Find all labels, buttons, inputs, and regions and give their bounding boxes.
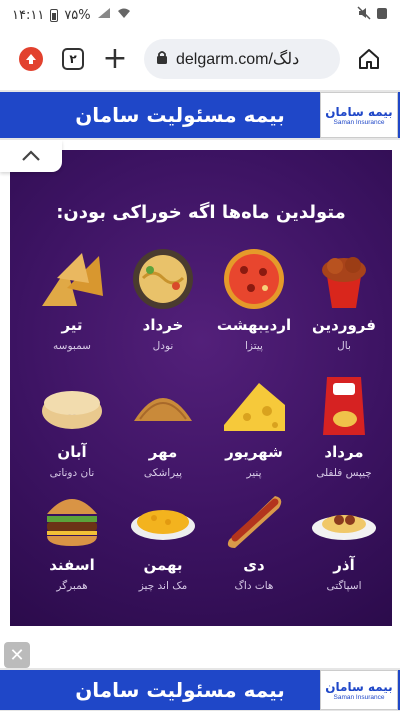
item-dey: دی هات داگ [208, 488, 300, 592]
item-farvardin: فروردین بال [298, 248, 390, 352]
chips-icon [323, 377, 365, 435]
month-label: اردیبهشت [216, 316, 292, 334]
month-label: تیر [61, 316, 83, 334]
ad-logo-fa: بیمه سامان [325, 104, 393, 119]
month-label: خرداد [142, 316, 184, 334]
food-label: چیپس فلفلی [316, 467, 372, 479]
download-button[interactable] [10, 38, 52, 80]
tab-count: ۲ [62, 48, 84, 70]
month-label: آذر [333, 556, 355, 574]
month-label: اسفند [49, 556, 95, 574]
food-label: پیراشکی [143, 467, 183, 479]
lock-icon [156, 50, 168, 69]
samosa-icon [42, 253, 103, 306]
chicken-wings-icon [322, 257, 366, 308]
piroshki-icon [134, 398, 192, 421]
address-bar[interactable]: delgarm.com/دلگ [144, 39, 340, 79]
status-bar: ۱۴:۱۱ ۷۵% [0, 0, 400, 30]
food-label: سمبوسه [53, 340, 91, 352]
food-label: بال [337, 340, 351, 352]
status-right [357, 6, 388, 24]
month-label: فروردین [312, 316, 376, 334]
month-label: مرداد [324, 443, 364, 461]
food-label: نودل [152, 340, 174, 352]
month-label: دی [243, 556, 265, 574]
ad-logo: بیمه سامان Saman Insurance [320, 670, 398, 710]
hamburger-icon [47, 499, 97, 546]
close-ad-button[interactable]: ✕ [4, 642, 30, 668]
ad-banner-bottom[interactable]: بیمه مسئولیت سامان بیمه سامان Saman Insu… [0, 668, 400, 711]
ad-logo-en: Saman Insurance [333, 693, 385, 701]
month-label: بهمن [143, 556, 183, 574]
home-button[interactable] [348, 38, 390, 80]
month-label: مهر [148, 443, 178, 461]
battery-level: ۷۵% [64, 7, 91, 23]
clock: ۱۴:۱۱ [12, 7, 45, 23]
item-azar: آذر اسپاگتی [298, 488, 390, 592]
item-esfand: اسفند همبرگر [26, 488, 118, 592]
hotdog-icon [227, 496, 282, 548]
new-tab-button[interactable]: + [94, 38, 136, 80]
plus-icon: + [102, 41, 128, 76]
browser-toolbar: ۲ + delgarm.com/دلگ [0, 30, 400, 88]
ad-logo: بیمه سامان Saman Insurance [320, 92, 398, 138]
collapse-ad-button[interactable] [0, 140, 62, 172]
bagel-icon [42, 391, 102, 429]
item-bahman: بهمن مک اند چیز [117, 488, 209, 592]
item-khordad: خرداد نودل [117, 248, 209, 352]
ad-text: بیمه مسئولیت سامان [75, 103, 285, 127]
food-label: پیتزا [245, 340, 263, 352]
item-shahrivar: شهریور پنیر [208, 375, 300, 479]
mute-icon [357, 6, 371, 24]
spaghetti-icon [312, 515, 376, 540]
mac-and-cheese-icon [131, 510, 195, 540]
food-label: اسپاگتی [326, 580, 362, 592]
food-label: مک اند چیز [138, 580, 188, 592]
food-label: همبرگر [56, 580, 88, 592]
food-label: پنیر [246, 467, 262, 479]
food-label: هات داگ [234, 580, 274, 592]
poster-title: متولدین ماه‌ها اگه خوراکی بودن: [56, 202, 346, 223]
food-label: نان دوناتی [49, 467, 95, 479]
signal-icon [97, 7, 111, 23]
noodles-icon [133, 249, 193, 309]
ad-logo-en: Saman Insurance [333, 118, 385, 126]
poster-image: متولدین ماه‌ها اگه خوراکی بودن: فروردین … [10, 150, 392, 626]
download-icon [19, 47, 43, 71]
url-text: delgarm.com/دلگ [176, 51, 300, 68]
month-label: شهریور [225, 443, 283, 461]
cheese-icon [224, 383, 285, 431]
ad-banner-top[interactable]: بیمه مسئولیت سامان بیمه سامان Saman Insu… [0, 90, 400, 140]
chevron-up-icon [22, 150, 40, 161]
home-icon [359, 49, 379, 69]
item-mehr: مهر پیراشکی [117, 375, 209, 479]
notification-icon [376, 6, 388, 24]
item-aban: آبان نان دوناتی [26, 375, 118, 479]
item-tir: تیر سمبوسه [26, 248, 118, 352]
ad-text: بیمه مسئولیت سامان [75, 678, 285, 702]
item-mordad: مرداد چیپس فلفلی [298, 375, 390, 479]
item-ordibehesht: اردیبهشت پیتزا [208, 248, 300, 352]
close-icon: ✕ [9, 644, 25, 666]
battery-icon [50, 8, 59, 22]
status-left: ۱۴:۱۱ ۷۵% [12, 7, 131, 23]
tabs-button[interactable]: ۲ [52, 38, 94, 80]
ad-logo-fa: بیمه سامان [325, 679, 393, 694]
month-label: آبان [57, 443, 87, 461]
pizza-icon [224, 249, 284, 309]
wifi-icon [117, 7, 131, 23]
